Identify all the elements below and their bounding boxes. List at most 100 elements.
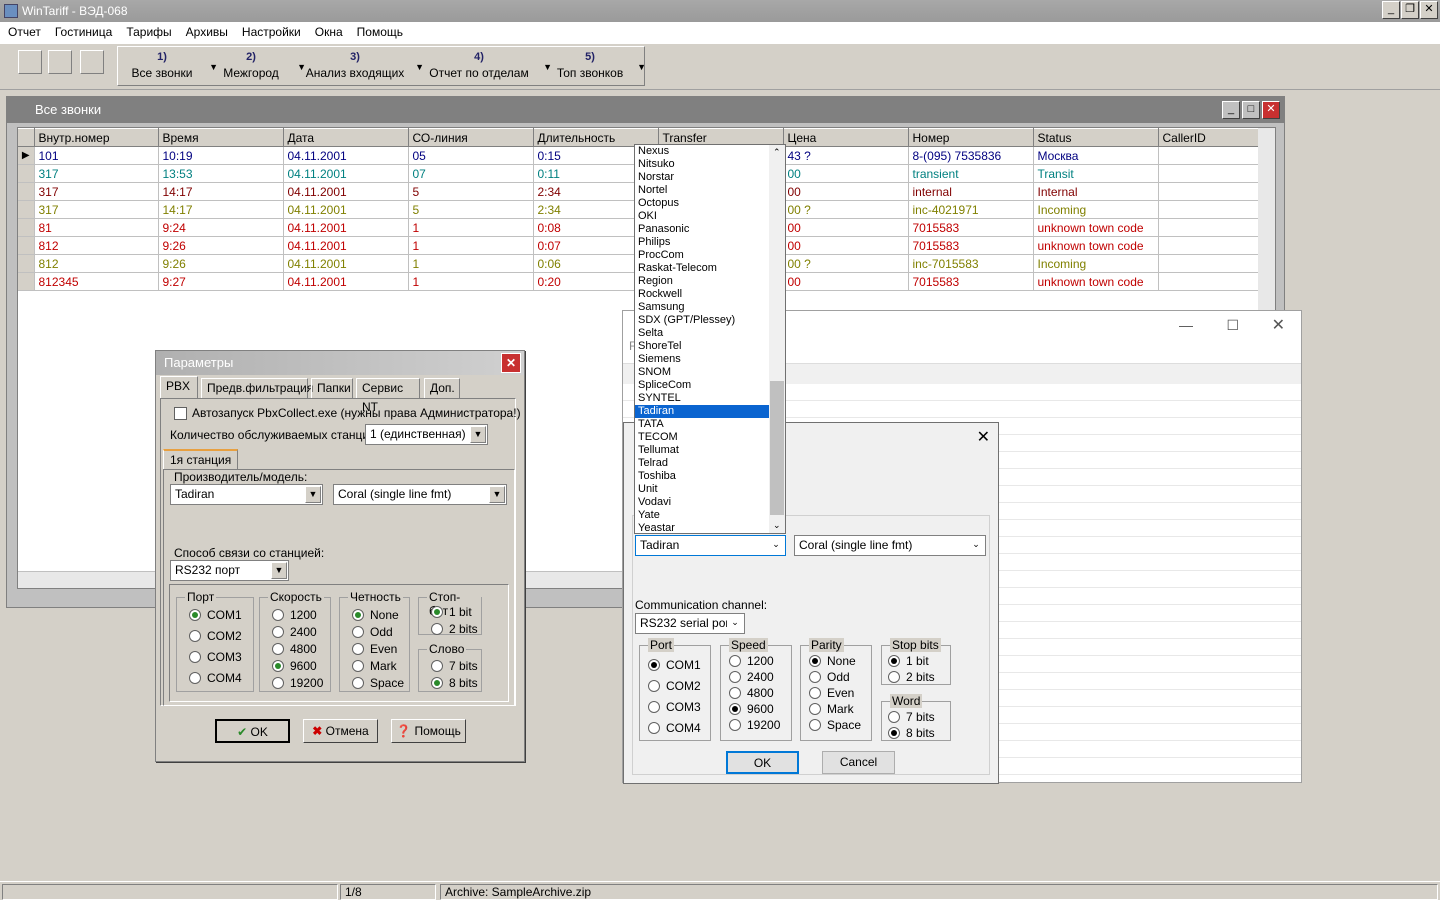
speed-radio-dot[interactable]	[272, 626, 284, 638]
vendor-list-item[interactable]: SpliceCom	[635, 379, 785, 392]
parity-en-radio-dot[interactable]	[809, 671, 821, 683]
stop-radio-dot[interactable]	[431, 623, 443, 635]
speed-en-radio-3[interactable]: 9600	[729, 702, 774, 716]
word-radio-dot[interactable]	[431, 660, 443, 672]
vendor-list-item[interactable]: Rockwell	[635, 288, 785, 301]
vendor-list-item[interactable]: SDX (GPT/Plessey)	[635, 314, 785, 327]
vendor-list-item[interactable]: Raskat-Telecom	[635, 262, 785, 275]
params-tab-2[interactable]: Папки	[311, 378, 353, 398]
report-icon[interactable]	[80, 50, 104, 74]
port-radio-dot[interactable]	[189, 609, 201, 621]
parity-en-radio-dot[interactable]	[809, 703, 821, 715]
menu-item-4[interactable]: Настройки	[234, 25, 307, 39]
params-tab-1[interactable]: Предв.фильтрация	[201, 378, 313, 398]
help-button[interactable]: ❓ Помощь	[391, 719, 466, 743]
port-radio-dot[interactable]	[189, 630, 201, 642]
menu-item-6[interactable]: Помощь	[349, 25, 409, 39]
word-radio-1[interactable]: 8 bits	[431, 676, 478, 690]
calls-close-button[interactable]: ✕	[1262, 101, 1280, 119]
vendor-list-item[interactable]: Samsung	[635, 301, 785, 314]
document-icon[interactable]	[48, 50, 72, 74]
vendor-dropdown-list[interactable]: Nexus Nitsuko Norstar Nortel Octopus OKI Panas…	[634, 144, 786, 534]
vendor-list-item[interactable]: Nortel	[635, 184, 785, 197]
speed-en-radio-2[interactable]: 4800	[729, 686, 774, 700]
row-indicator[interactable]	[18, 218, 35, 237]
port-radio-3[interactable]: COM4	[189, 671, 242, 685]
scroll-down-icon[interactable]: ⌄	[773, 520, 781, 531]
column-header[interactable]: Дата	[283, 128, 409, 147]
port-en-radio-1[interactable]: COM2	[648, 679, 701, 693]
settings-en-close-button[interactable]: ✕	[977, 427, 990, 447]
cancel-button[interactable]: ✖ Отмена	[303, 719, 378, 743]
column-header[interactable]: Номер	[908, 128, 1034, 147]
model-select-en[interactable]: Coral (single line fmt) ⌄	[794, 535, 986, 556]
vendor-list-item[interactable]: Tellumat	[635, 444, 785, 457]
menu-item-0[interactable]: Отчет	[0, 25, 47, 39]
word-radio-0[interactable]: 7 bits	[431, 659, 478, 673]
vendor-list-item[interactable]: OKI	[635, 210, 785, 223]
speed-radio-dot[interactable]	[272, 677, 284, 689]
speed-en-radio-dot[interactable]	[729, 671, 741, 683]
speed-radio-3[interactable]: 9600	[272, 659, 317, 673]
column-header[interactable]: Внутр.номер	[34, 128, 159, 147]
calls-minimize-button[interactable]: _	[1222, 101, 1240, 119]
word-en-radio-dot[interactable]	[888, 727, 900, 739]
menu-item-1[interactable]: Гостиница	[47, 25, 118, 39]
vendor-list-item[interactable]: Yate	[635, 509, 785, 522]
port-radio-1[interactable]: COM2	[189, 629, 242, 643]
port-en-radio-dot[interactable]	[648, 722, 660, 734]
vendor-list-item[interactable]: Yeastar	[635, 522, 785, 533]
log-minimize-button[interactable]: —	[1179, 317, 1193, 333]
vendor-list-item[interactable]: Unit	[635, 483, 785, 496]
ok-button-en[interactable]: OK	[726, 751, 799, 774]
vendor-list-item[interactable]: Octopus	[635, 197, 785, 210]
log-maximize-button[interactable]: ☐	[1226, 317, 1239, 334]
stop-radio-1[interactable]: 2 bits	[431, 622, 478, 636]
parity-en-radio-0[interactable]: None	[809, 654, 856, 668]
parity-radio-dot[interactable]	[352, 677, 364, 689]
speed-radio-dot[interactable]	[272, 643, 284, 655]
row-indicator[interactable]	[18, 272, 35, 291]
autostart-checkbox[interactable]	[174, 407, 187, 420]
vendor-list-item[interactable]: Nexus	[635, 145, 785, 158]
stations-select[interactable]: 1 (единственная) ▼	[365, 424, 488, 445]
menu-item-5[interactable]: Окна	[307, 25, 349, 39]
word-en-radio-0[interactable]: 7 bits	[888, 710, 935, 724]
parity-radio-3[interactable]: Mark	[352, 659, 397, 673]
vendor-list-scrollbar[interactable]: ⌃ ⌄	[769, 145, 785, 533]
port-en-radio-2[interactable]: COM3	[648, 700, 701, 714]
speed-radio-2[interactable]: 4800	[272, 642, 317, 656]
minimize-button[interactable]: _	[1382, 1, 1400, 19]
link-select[interactable]: RS232 порт ▼	[170, 560, 289, 581]
params-tab-4[interactable]: Доп.	[424, 378, 460, 398]
vendor-list-item[interactable]: Region	[635, 275, 785, 288]
speed-en-radio-dot[interactable]	[729, 703, 741, 715]
parity-radio-1[interactable]: Odd	[352, 625, 393, 639]
port-radio-dot[interactable]	[189, 651, 201, 663]
word-en-radio-dot[interactable]	[888, 711, 900, 723]
column-header[interactable]: Цена	[783, 128, 909, 147]
vendor-list-item[interactable]: Toshiba	[635, 470, 785, 483]
stop-en-radio-1[interactable]: 2 bits	[888, 670, 935, 684]
word-radio-dot[interactable]	[431, 677, 443, 689]
vendor-select[interactable]: Tadiran ▼	[170, 484, 323, 505]
row-indicator[interactable]	[18, 164, 35, 183]
speed-radio-dot[interactable]	[272, 660, 284, 672]
stop-radio-0[interactable]: 1 bit	[431, 605, 472, 619]
log-close-button[interactable]: ✕	[1272, 315, 1285, 335]
row-indicator[interactable]: ▶	[18, 146, 35, 165]
port-radio-0[interactable]: COM1	[189, 608, 242, 622]
vendor-list-item[interactable]: Selta	[635, 327, 785, 340]
vendor-list-item[interactable]: ProcCom	[635, 249, 785, 262]
speed-en-radio-1[interactable]: 2400	[729, 670, 774, 684]
row-indicator[interactable]	[18, 200, 35, 219]
menu-item-3[interactable]: Архивы	[178, 25, 234, 39]
params-tab-3[interactable]: Сервис NT	[356, 378, 420, 414]
vendor-list-item[interactable]: Tadiran	[635, 405, 785, 418]
speed-en-radio-0[interactable]: 1200	[729, 654, 774, 668]
refresh-icon[interactable]	[18, 50, 42, 74]
cancel-button-en[interactable]: Cancel	[822, 751, 895, 774]
params-tab-0[interactable]: PBX	[160, 376, 198, 399]
port-radio-dot[interactable]	[189, 672, 201, 684]
speed-en-radio-dot[interactable]	[729, 655, 741, 667]
